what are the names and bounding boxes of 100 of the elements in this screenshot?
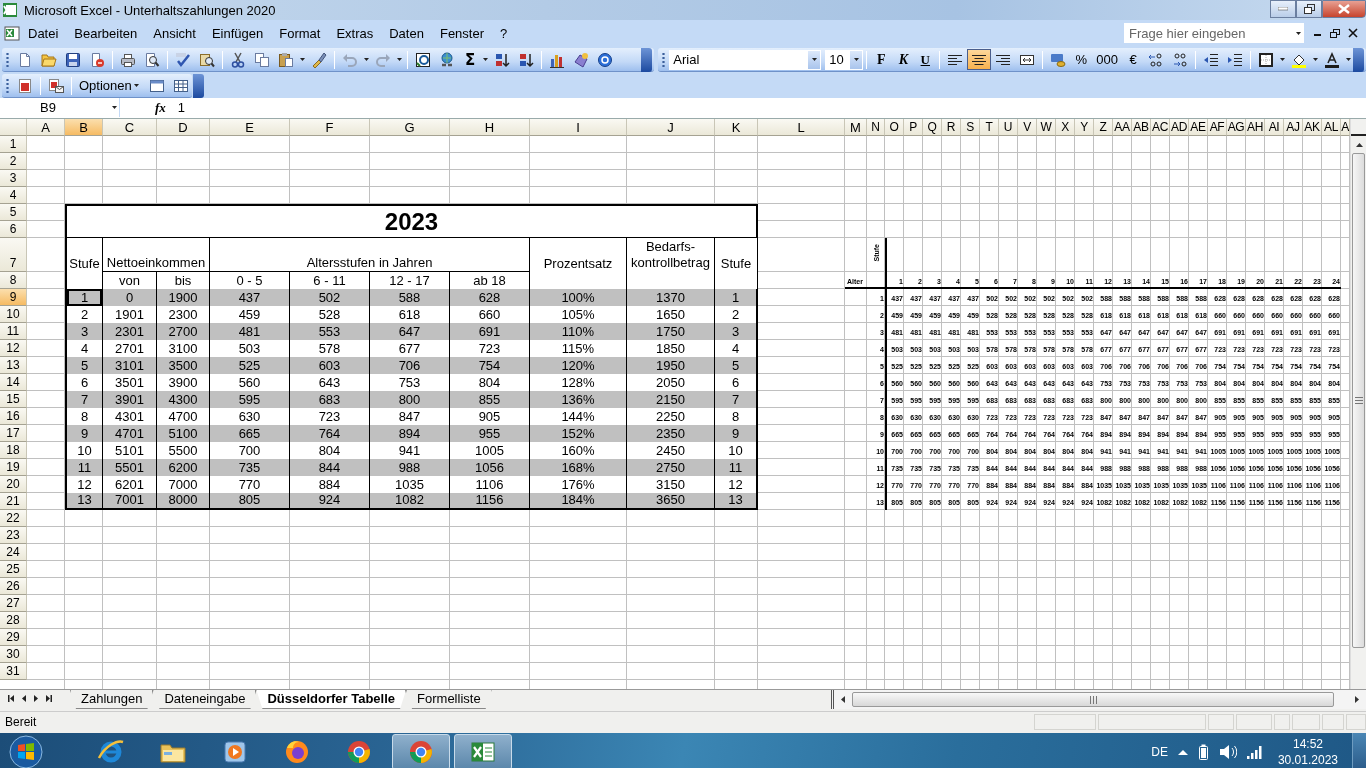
- row-header[interactable]: 21: [0, 493, 27, 510]
- taskbar-button[interactable]: [392, 734, 450, 768]
- menu-item[interactable]: Bearbeiten: [66, 23, 146, 43]
- align-center-button[interactable]: [967, 49, 992, 70]
- row-header[interactable]: 24: [0, 544, 27, 561]
- speaker-icon[interactable]: [1218, 743, 1237, 761]
- row-header[interactable]: 15: [0, 391, 27, 408]
- next-tab-icon[interactable]: [34, 695, 38, 702]
- caret-icon[interactable]: [397, 58, 402, 61]
- column-header[interactable]: U: [999, 119, 1018, 136]
- row-header[interactable]: 20: [0, 476, 27, 493]
- start-button[interactable]: [8, 734, 44, 768]
- column-header[interactable]: I: [530, 119, 627, 136]
- row-header[interactable]: 23: [0, 527, 27, 544]
- menu-button[interactable]: Optionen: [75, 75, 145, 96]
- column-header[interactable]: S: [961, 119, 980, 136]
- caret-icon[interactable]: [300, 58, 305, 61]
- column-header[interactable]: AB: [1132, 119, 1151, 136]
- clock-date[interactable]: 30.01.2023: [1277, 752, 1338, 768]
- text-button[interactable]: €: [1122, 49, 1144, 70]
- row-header[interactable]: 26: [0, 578, 27, 595]
- row-header[interactable]: 13: [0, 357, 27, 374]
- row-header[interactable]: 17: [0, 425, 27, 442]
- column-header[interactable]: AD: [1170, 119, 1189, 136]
- row-header[interactable]: 7: [0, 238, 27, 272]
- column-header[interactable]: B: [65, 119, 103, 136]
- menu-item[interactable]: ?: [492, 23, 516, 43]
- column-header[interactable]: V: [1018, 119, 1037, 136]
- text-button[interactable]: %: [1070, 49, 1093, 70]
- caret-icon[interactable]: [483, 58, 488, 61]
- previous-tab-icon[interactable]: [22, 695, 26, 702]
- row-header[interactable]: 19: [0, 459, 27, 476]
- column-header[interactable]: AJ: [1284, 119, 1303, 136]
- column-header[interactable]: Q: [923, 119, 942, 136]
- column-header[interactable]: AG: [1227, 119, 1246, 136]
- scrollbar-thumb[interactable]: [852, 692, 1334, 707]
- column-header[interactable]: K: [715, 119, 758, 136]
- column-header[interactable]: N: [867, 119, 885, 136]
- signal-bars-icon[interactable]: [1246, 745, 1262, 759]
- menu-item[interactable]: Einfügen: [203, 23, 272, 43]
- column-header[interactable]: A: [27, 119, 65, 136]
- italic-button[interactable]: K: [892, 49, 915, 70]
- sheet-tab[interactable]: Zahlungen: [70, 690, 154, 709]
- name-box[interactable]: B9: [0, 98, 120, 117]
- column-header[interactable]: M: [845, 119, 867, 136]
- column-header[interactable]: AL: [1322, 119, 1341, 136]
- column-header[interactable]: AF: [1208, 119, 1227, 136]
- row-header[interactable]: 4: [0, 187, 27, 204]
- row-header[interactable]: 11: [0, 323, 27, 340]
- toolbar-grip[interactable]: [662, 51, 666, 68]
- column-header[interactable]: Z: [1094, 119, 1113, 136]
- row-header[interactable]: 29: [0, 629, 27, 646]
- close-icon[interactable]: [1348, 28, 1358, 38]
- clock-time[interactable]: 14:52: [1292, 736, 1323, 752]
- menu-item[interactable]: Format: [271, 23, 329, 43]
- close-button[interactable]: [1322, 0, 1366, 18]
- row-header[interactable]: 25: [0, 561, 27, 578]
- caret-icon[interactable]: [1280, 58, 1285, 61]
- column-header[interactable]: T: [980, 119, 999, 136]
- toolbar-grip[interactable]: [6, 77, 9, 94]
- restore-icon[interactable]: [1330, 28, 1340, 38]
- menu-item[interactable]: Fenster: [431, 23, 492, 43]
- caret-icon[interactable]: [364, 58, 369, 61]
- row-header[interactable]: 28: [0, 612, 27, 629]
- bold-button[interactable]: F: [870, 49, 893, 70]
- scrollbar-thumb[interactable]: [1352, 153, 1365, 648]
- restore-button[interactable]: [1296, 0, 1322, 18]
- help-search-field[interactable]: Frage hier eingeben: [1124, 23, 1294, 43]
- menu-item[interactable]: Daten: [381, 23, 432, 43]
- column-header[interactable]: W: [1037, 119, 1056, 136]
- scroll-up-icon[interactable]: [1355, 142, 1363, 147]
- column-header[interactable]: AH: [1246, 119, 1265, 136]
- font-name-field[interactable]: Arial: [669, 49, 822, 70]
- insert-function-button[interactable]: fx: [155, 99, 166, 116]
- sheet-tab[interactable]: Formelliste: [406, 690, 492, 709]
- toolbar-options-button[interactable]: [192, 73, 204, 98]
- row-header[interactable]: 1: [0, 136, 27, 153]
- menu-item[interactable]: Datei: [20, 23, 67, 43]
- column-header[interactable]: X: [1056, 119, 1075, 136]
- row-header[interactable]: 8: [0, 272, 27, 289]
- language-indicator[interactable]: DE: [1151, 745, 1168, 759]
- row-header[interactable]: 16: [0, 408, 27, 425]
- row-header[interactable]: 9: [0, 289, 27, 306]
- column-header[interactable]: J: [627, 119, 715, 136]
- row-header[interactable]: 18: [0, 442, 27, 459]
- column-header[interactable]: AA: [1113, 119, 1132, 136]
- row-header[interactable]: 14: [0, 374, 27, 391]
- row-header[interactable]: 12: [0, 340, 27, 357]
- row-header[interactable]: 27: [0, 595, 27, 612]
- text-button[interactable]: 000: [1092, 49, 1122, 70]
- sheet-tab[interactable]: Dateneingabe: [153, 690, 257, 709]
- spreadsheet-app-icon[interactable]: [2, 2, 18, 18]
- column-header[interactable]: AK: [1303, 119, 1322, 136]
- sheet-tab[interactable]: Düsseldorfer Tabelle: [256, 690, 407, 709]
- row-header[interactable]: 3: [0, 170, 27, 187]
- toolbar-options-button[interactable]: [1353, 47, 1364, 72]
- first-tab-icon[interactable]: [8, 695, 14, 702]
- row-header[interactable]: 5: [0, 204, 27, 221]
- tray-expand-icon[interactable]: [1177, 749, 1188, 755]
- underline-button[interactable]: U: [914, 49, 937, 70]
